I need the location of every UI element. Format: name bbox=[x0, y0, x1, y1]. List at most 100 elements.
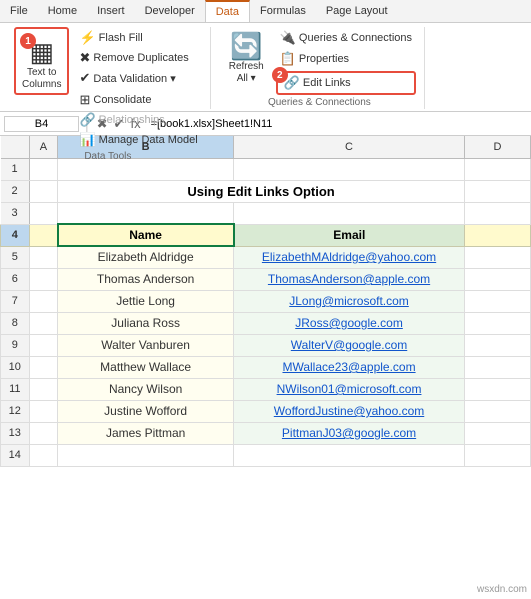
tab-formulas[interactable]: Formulas bbox=[250, 0, 316, 22]
cell-c11[interactable]: NWilson01@microsoft.com bbox=[234, 378, 465, 400]
manage-data-model-icon: 📊 bbox=[79, 132, 95, 148]
relationships-icon: 🔗 bbox=[79, 112, 95, 128]
consolidate-label: Consolidate bbox=[93, 94, 151, 106]
tab-developer[interactable]: Developer bbox=[135, 0, 205, 22]
tab-home[interactable]: Home bbox=[38, 0, 87, 22]
cell-d12[interactable] bbox=[464, 400, 530, 422]
cell-a11[interactable] bbox=[29, 378, 58, 400]
cell-c5[interactable]: ElizabethMAldridge@yahoo.com bbox=[234, 246, 465, 268]
tab-page-layout[interactable]: Page Layout bbox=[316, 0, 398, 22]
text-to-columns-button[interactable]: 1 ▦ Text toColumns bbox=[14, 27, 69, 95]
manage-data-model-label: Manage Data Model bbox=[99, 134, 198, 146]
data-tools-buttons: 1 ▦ Text toColumns ⚡ Flash Fill ✖ Remove… bbox=[14, 27, 202, 149]
cell-a3[interactable] bbox=[29, 202, 58, 224]
spreadsheet-table: A B C D 1 2 Using Edit Links Option bbox=[0, 136, 531, 467]
cell-a5[interactable] bbox=[29, 246, 58, 268]
cell-d5[interactable] bbox=[464, 246, 530, 268]
data-validation-label: Data Validation ▾ bbox=[93, 72, 175, 85]
queries-connections-button[interactable]: 🔌 Queries & Connections bbox=[276, 29, 416, 47]
cell-d11[interactable] bbox=[464, 378, 530, 400]
tab-file[interactable]: File bbox=[0, 0, 38, 22]
cell-d13[interactable] bbox=[464, 422, 530, 444]
header-email-cell[interactable]: Email bbox=[234, 224, 465, 246]
cell-d1[interactable] bbox=[464, 158, 530, 180]
header-name-cell[interactable]: Name bbox=[58, 224, 234, 246]
tab-data[interactable]: Data bbox=[205, 0, 250, 22]
cell-a7[interactable] bbox=[29, 290, 58, 312]
cell-d9[interactable] bbox=[464, 334, 530, 356]
consolidate-row: ⊞ Consolidate bbox=[75, 91, 201, 109]
cell-d2[interactable] bbox=[464, 180, 530, 202]
cell-a1[interactable] bbox=[29, 158, 58, 180]
relationships-row: 🔗 Relationships bbox=[75, 111, 201, 129]
cell-c3[interactable] bbox=[234, 202, 465, 224]
cell-d4[interactable] bbox=[464, 224, 530, 246]
cell-a8[interactable] bbox=[29, 312, 58, 334]
cell-c12[interactable]: WoffordJustine@yahoo.com bbox=[234, 400, 465, 422]
cell-c10[interactable]: MWallace23@apple.com bbox=[234, 356, 465, 378]
cell-b8[interactable]: Juliana Ross bbox=[58, 312, 234, 334]
cell-b13[interactable]: James Pittman bbox=[58, 422, 234, 444]
refresh-all-button[interactable]: 🔄 RefreshAll ▾ bbox=[223, 27, 270, 87]
properties-icon: 📋 bbox=[280, 51, 296, 67]
cell-d7[interactable] bbox=[464, 290, 530, 312]
row-num-1: 1 bbox=[1, 158, 30, 180]
cell-c6[interactable]: ThomasAnderson@apple.com bbox=[234, 268, 465, 290]
cell-a2[interactable] bbox=[29, 180, 58, 202]
cell-c7[interactable]: JLong@microsoft.com bbox=[234, 290, 465, 312]
cell-c14[interactable] bbox=[234, 444, 465, 466]
queries-group-label: Queries & Connections bbox=[268, 95, 371, 108]
cell-d8[interactable] bbox=[464, 312, 530, 334]
cell-a9[interactable] bbox=[29, 334, 58, 356]
data-tools-group-label: Data Tools bbox=[84, 149, 131, 162]
cell-b6[interactable]: Thomas Anderson bbox=[58, 268, 234, 290]
data-validation-button[interactable]: ✔ Data Validation ▾ bbox=[75, 69, 201, 87]
cell-c9[interactable]: WalterV@google.com bbox=[234, 334, 465, 356]
cell-b3[interactable] bbox=[58, 202, 234, 224]
flash-fill-button[interactable]: ⚡ Flash Fill bbox=[75, 29, 201, 47]
cell-b7[interactable]: Jettie Long bbox=[58, 290, 234, 312]
ribbon-content: 1 ▦ Text toColumns ⚡ Flash Fill ✖ Remove… bbox=[0, 23, 531, 111]
tab-insert[interactable]: Insert bbox=[87, 0, 135, 22]
cell-c1[interactable] bbox=[234, 158, 465, 180]
remove-duplicates-label: Remove Duplicates bbox=[93, 52, 188, 64]
row-num-12: 12 bbox=[1, 400, 30, 422]
cell-d3[interactable] bbox=[464, 202, 530, 224]
col-header-c[interactable]: C bbox=[234, 136, 465, 158]
cell-b5[interactable]: Elizabeth Aldridge bbox=[58, 246, 234, 268]
cell-d6[interactable] bbox=[464, 268, 530, 290]
queries-connections-icon: 🔌 bbox=[280, 30, 296, 46]
relationships-button[interactable]: 🔗 Relationships bbox=[75, 111, 168, 129]
queries-buttons: 🔄 RefreshAll ▾ 🔌 Queries & Connections 📋… bbox=[223, 27, 416, 95]
cell-a14[interactable] bbox=[29, 444, 58, 466]
table-row: 1 bbox=[1, 158, 531, 180]
col-header-d[interactable]: D bbox=[464, 136, 530, 158]
ribbon-tab-bar: File Home Insert Developer Data Formulas… bbox=[0, 0, 531, 23]
cell-b12[interactable]: Justine Wofford bbox=[58, 400, 234, 422]
cell-c8[interactable]: JRoss@google.com bbox=[234, 312, 465, 334]
cell-d14[interactable] bbox=[464, 444, 530, 466]
remove-duplicates-button[interactable]: ✖ Remove Duplicates bbox=[75, 49, 201, 67]
manage-data-model-button[interactable]: 📊 Manage Data Model bbox=[75, 131, 201, 149]
cell-a13[interactable] bbox=[29, 422, 58, 444]
row-num-14: 14 bbox=[1, 444, 30, 466]
cell-a4[interactable] bbox=[29, 224, 58, 246]
title-cell[interactable]: Using Edit Links Option bbox=[58, 180, 465, 202]
cell-a10[interactable] bbox=[29, 356, 58, 378]
cell-a6[interactable] bbox=[29, 268, 58, 290]
cell-c13[interactable]: PittmanJ03@google.com bbox=[234, 422, 465, 444]
cell-a12[interactable] bbox=[29, 400, 58, 422]
edit-links-button[interactable]: 2 🔗 Edit Links bbox=[276, 71, 416, 95]
cell-b10[interactable]: Matthew Wallace bbox=[58, 356, 234, 378]
consolidate-button[interactable]: ⊞ Consolidate bbox=[75, 91, 155, 109]
cell-b9[interactable]: Walter Vanburen bbox=[58, 334, 234, 356]
formula-input[interactable]: =[book1.xlsx]Sheet1!N11 bbox=[147, 117, 527, 131]
ribbon-group-queries: 🔄 RefreshAll ▾ 🔌 Queries & Connections 📋… bbox=[215, 27, 425, 109]
cell-b11[interactable]: Nancy Wilson bbox=[58, 378, 234, 400]
cell-b14[interactable] bbox=[58, 444, 234, 466]
properties-button[interactable]: 📋 Properties bbox=[276, 50, 416, 68]
table-row: 14 bbox=[1, 444, 531, 466]
table-row: 8 Juliana Ross JRoss@google.com bbox=[1, 312, 531, 334]
cell-d10[interactable] bbox=[464, 356, 530, 378]
ribbon: File Home Insert Developer Data Formulas… bbox=[0, 0, 531, 112]
